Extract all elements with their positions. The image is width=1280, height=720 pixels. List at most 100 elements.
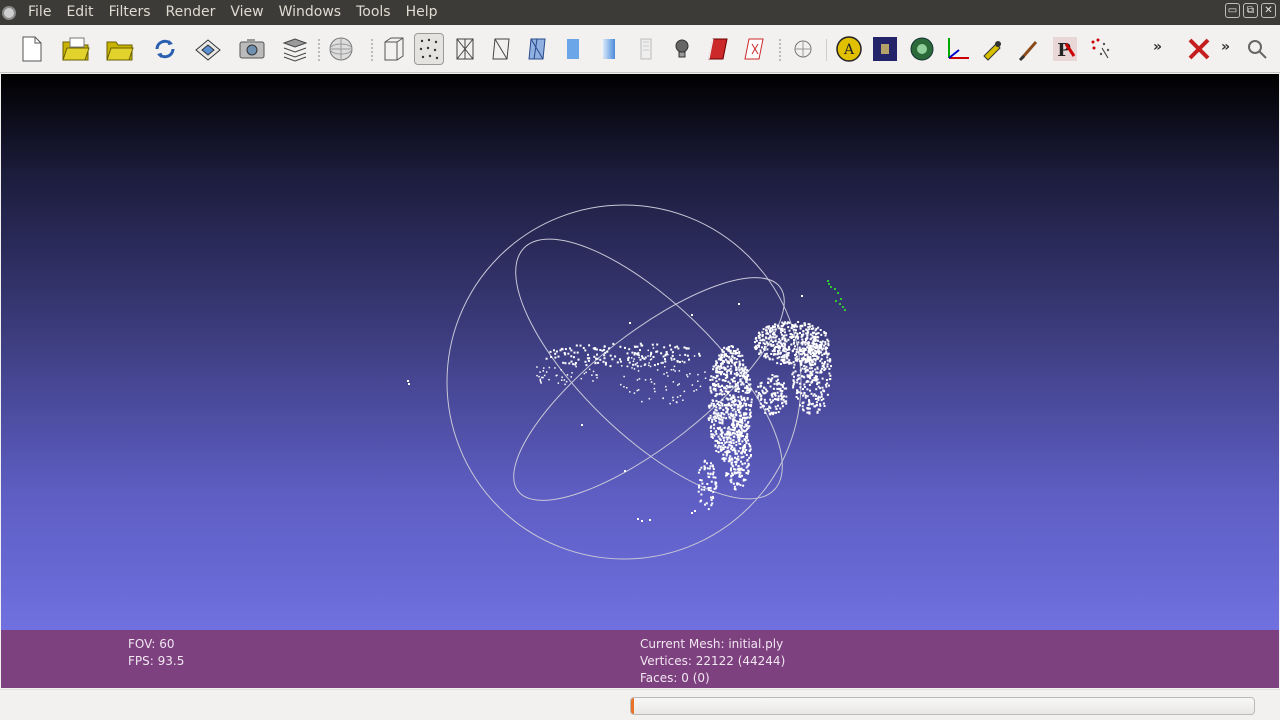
cloud-point bbox=[786, 357, 789, 360]
cloud-point bbox=[799, 327, 802, 330]
cloud-point bbox=[557, 355, 560, 358]
point-cloud-scene[interactable] bbox=[1, 74, 1279, 630]
menu-render[interactable]: Render bbox=[160, 0, 222, 25]
point-picker-button[interactable]: P bbox=[1050, 33, 1080, 65]
flat-render-button[interactable] bbox=[558, 33, 588, 65]
cloud-point bbox=[698, 486, 700, 489]
menu-windows[interactable]: Windows bbox=[273, 0, 348, 25]
cloud-point bbox=[727, 380, 730, 383]
cloud-point bbox=[821, 362, 824, 365]
cloud-point bbox=[729, 394, 731, 397]
smooth-render-button[interactable] bbox=[594, 33, 624, 65]
cloud-point bbox=[739, 371, 742, 374]
cloud-point bbox=[808, 399, 811, 402]
cloud-point bbox=[783, 322, 786, 325]
cloud-point bbox=[693, 390, 695, 392]
cloud-point bbox=[709, 389, 712, 392]
menu-view[interactable]: View bbox=[224, 0, 269, 25]
new-project-button[interactable] bbox=[17, 33, 47, 65]
save-button[interactable] bbox=[193, 33, 223, 65]
flat-lines-icon bbox=[528, 38, 546, 60]
selection-render-button[interactable] bbox=[788, 33, 818, 65]
cloud-point bbox=[727, 398, 730, 401]
cloud-point bbox=[743, 396, 746, 399]
cloud-point bbox=[799, 386, 802, 389]
menu-filters[interactable]: Filters bbox=[103, 0, 157, 25]
cloud-point bbox=[823, 353, 826, 355]
delete-tool-button[interactable] bbox=[1184, 33, 1214, 65]
cloud-point bbox=[783, 346, 786, 349]
cloud-point bbox=[805, 358, 808, 361]
layers-button[interactable] bbox=[280, 33, 310, 65]
open-project-button[interactable] bbox=[61, 33, 91, 65]
cloud-point bbox=[543, 374, 546, 377]
menu-edit[interactable]: Edit bbox=[60, 0, 99, 25]
cloud-point bbox=[762, 328, 765, 331]
cloud-point bbox=[634, 363, 637, 366]
flat-lines-button[interactable] bbox=[522, 33, 552, 65]
cloud-point bbox=[808, 367, 811, 370]
cloud-point bbox=[716, 370, 719, 373]
restore-button[interactable]: ⧉ bbox=[1243, 3, 1258, 18]
cloud-point bbox=[797, 397, 799, 400]
close-button[interactable]: ✕ bbox=[1261, 3, 1276, 18]
cloud-point bbox=[711, 421, 714, 423]
cloud-point bbox=[802, 375, 805, 378]
paint-brush-button[interactable] bbox=[1014, 33, 1044, 65]
cloud-point bbox=[816, 339, 819, 342]
show-raster-button[interactable] bbox=[326, 33, 356, 65]
back-face-button[interactable] bbox=[739, 33, 769, 65]
manipulator-button[interactable] bbox=[943, 33, 973, 65]
cloud-point bbox=[740, 467, 743, 470]
texture-render-button[interactable] bbox=[631, 33, 661, 65]
cloud-point bbox=[630, 357, 633, 359]
cloud-point bbox=[604, 351, 607, 354]
cloud-point bbox=[735, 371, 738, 374]
reload-button[interactable] bbox=[150, 33, 180, 65]
cloud-point bbox=[712, 491, 715, 494]
toolbar-overflow-1[interactable]: » bbox=[1153, 39, 1162, 55]
lighting-button[interactable] bbox=[667, 33, 697, 65]
cloud-point bbox=[619, 358, 621, 361]
cloud-point bbox=[599, 349, 602, 351]
toolbar-overflow-2[interactable]: » bbox=[1221, 39, 1230, 55]
cloud-point bbox=[803, 386, 806, 388]
3d-viewport[interactable] bbox=[1, 74, 1279, 630]
menu-tools[interactable]: Tools bbox=[350, 0, 397, 25]
cloud-point bbox=[733, 372, 736, 375]
annotation-tool-button[interactable]: A bbox=[834, 33, 864, 65]
cloud-point bbox=[759, 349, 762, 352]
cloud-point bbox=[723, 426, 726, 429]
cloud-point bbox=[776, 391, 779, 394]
points-render-button[interactable] bbox=[414, 33, 444, 65]
snapshot-button[interactable] bbox=[237, 33, 267, 65]
cloud-point bbox=[650, 358, 653, 360]
cloud-point bbox=[745, 378, 748, 381]
paint-select-button[interactable] bbox=[907, 33, 937, 65]
cloud-point bbox=[587, 353, 589, 356]
cloud-point bbox=[778, 356, 781, 359]
cloud-point bbox=[730, 481, 733, 484]
measure-tool-button[interactable] bbox=[978, 33, 1008, 65]
wireframe-render-button[interactable] bbox=[450, 33, 480, 65]
trackball-ring-b bbox=[515, 238, 783, 500]
cloud-point bbox=[585, 364, 588, 367]
raster-alignment-button[interactable] bbox=[870, 33, 900, 65]
import-mesh-button[interactable] bbox=[105, 33, 135, 65]
cloud-point bbox=[718, 407, 721, 410]
hidden-lines-button[interactable] bbox=[486, 33, 516, 65]
cloud-point bbox=[549, 350, 552, 353]
cloud-point bbox=[756, 396, 759, 399]
cloud-point bbox=[709, 416, 712, 419]
cloud-point bbox=[656, 343, 659, 346]
menu-file[interactable]: File bbox=[22, 0, 57, 25]
cloud-point bbox=[734, 426, 736, 429]
bbox-render-button[interactable] bbox=[379, 33, 409, 65]
cloud-point bbox=[719, 418, 722, 421]
double-side-lighting-button[interactable] bbox=[703, 33, 733, 65]
select-vertices-button[interactable] bbox=[1086, 33, 1116, 65]
cloud-point bbox=[737, 455, 740, 458]
search-button[interactable] bbox=[1242, 33, 1272, 65]
minimize-button[interactable]: ▭ bbox=[1225, 3, 1240, 18]
menu-help[interactable]: Help bbox=[400, 0, 444, 25]
